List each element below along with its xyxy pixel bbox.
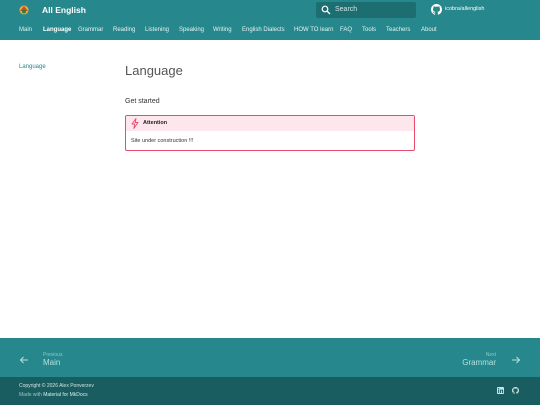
repo-name: icobra/allenglish: [445, 6, 485, 12]
tab-how-to-learn[interactable]: HOW TO learn: [294, 26, 333, 35]
logo-icon[interactable]: [19, 5, 29, 15]
copyright-text: Copyright © 2026 Alex Ponverzev: [19, 383, 94, 389]
tabs-bar: Main Language Grammar Reading Listening …: [0, 20, 540, 40]
tab-main[interactable]: Main: [19, 26, 32, 35]
arrow-right-icon: [512, 356, 521, 364]
footer-meta: Copyright © 2026 Alex Ponverzev Made wit…: [0, 377, 540, 405]
sidebar-item-language[interactable]: Language: [19, 63, 46, 72]
next-title: Grammar: [462, 358, 496, 367]
previous-title: Main: [43, 358, 61, 367]
tab-tools[interactable]: Tools: [362, 26, 376, 35]
mkdocs-material-link[interactable]: Material for MkDocs: [43, 392, 87, 398]
search-input[interactable]: Search: [316, 2, 416, 18]
tab-faq[interactable]: FAQ: [340, 26, 352, 35]
search-placeholder: Search: [335, 6, 358, 13]
site-header: All English Search icobra/allenglish: [0, 0, 540, 20]
lightning-icon: [131, 118, 139, 129]
tab-listening[interactable]: Listening: [145, 26, 169, 35]
tab-teachers[interactable]: Teachers: [386, 26, 410, 35]
tab-language[interactable]: Language: [43, 26, 71, 35]
tab-about[interactable]: About: [421, 26, 437, 35]
admonition-body: Site under construction !!!: [131, 138, 194, 144]
tab-english-dialects[interactable]: English Dialects: [242, 26, 285, 35]
github-icon: [431, 4, 442, 15]
site-title[interactable]: All English: [42, 4, 86, 16]
tab-grammar[interactable]: Grammar: [78, 26, 103, 35]
github-footer-icon[interactable]: [512, 387, 519, 394]
arrow-left-icon: [19, 356, 28, 364]
footer-navigation: Previous Main Next Grammar: [0, 338, 540, 377]
attention-admonition: Attention Site under construction !!!: [125, 115, 415, 151]
next-page-link[interactable]: Next Grammar: [420, 338, 540, 377]
admonition-title-bar: [126, 116, 414, 131]
made-with-prefix: Made with: [19, 392, 42, 398]
tab-reading[interactable]: Reading: [113, 26, 135, 35]
made-with-text: Made with Material for MkDocs: [19, 392, 88, 399]
admonition-title: Attention: [143, 120, 168, 126]
tab-writing[interactable]: Writing: [213, 26, 232, 35]
page-title: Language: [125, 63, 183, 78]
previous-page-link[interactable]: Previous Main: [0, 338, 120, 377]
tab-speaking[interactable]: Speaking: [179, 26, 204, 35]
section-heading: Get started: [125, 98, 160, 105]
linkedin-icon[interactable]: [497, 387, 504, 394]
search-icon: [321, 5, 331, 15]
